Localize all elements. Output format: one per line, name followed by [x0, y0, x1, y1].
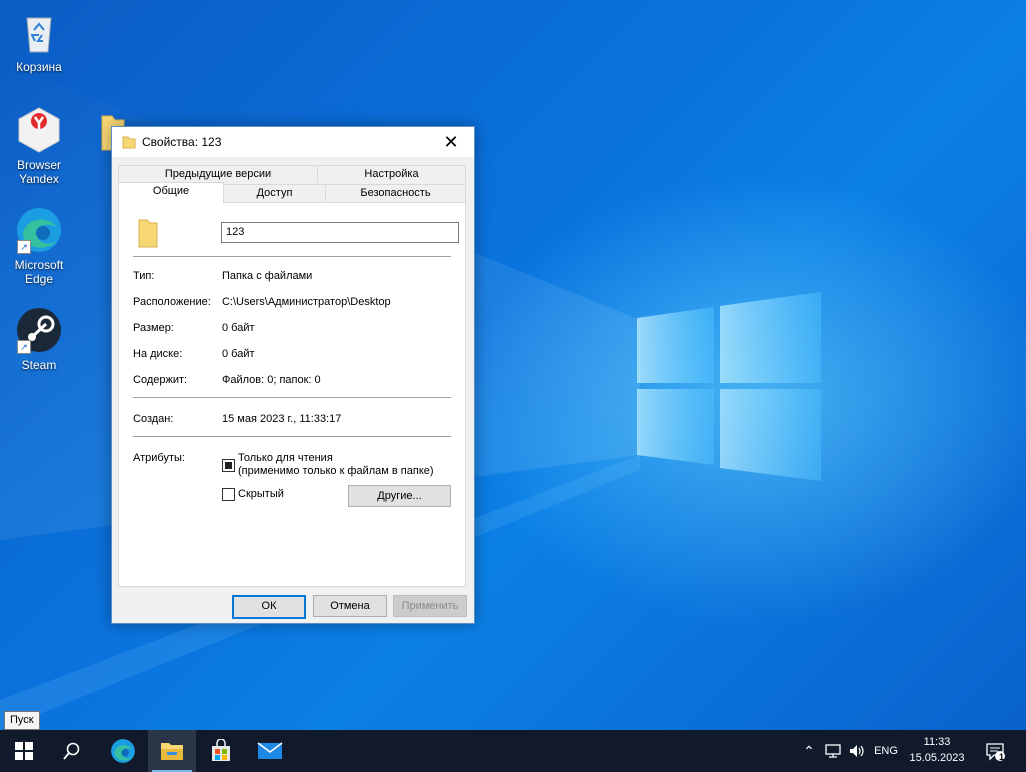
taskbar-mail[interactable]	[246, 730, 294, 772]
general-tab-panel: 123 Тип: Папка с файлами Расположение: C…	[118, 202, 466, 587]
language-indicator[interactable]: ENG	[872, 730, 900, 772]
taskbar-file-explorer[interactable]	[148, 730, 196, 772]
folder-name-input[interactable]: 123	[221, 222, 459, 243]
show-hidden-icons-button[interactable]: ⌃	[800, 730, 818, 772]
type-label: Тип:	[133, 270, 155, 282]
microsoft-store-icon	[212, 739, 230, 761]
clock-time: 11:33	[923, 736, 951, 748]
location-label: Расположение:	[133, 296, 211, 308]
network-button[interactable]	[822, 730, 844, 772]
start-button[interactable]	[0, 730, 48, 772]
readonly-label: Только для чтения	[238, 452, 333, 464]
disk-size-value: 0 байт	[222, 348, 255, 360]
folder-icon	[122, 135, 136, 152]
action-center-button[interactable]: 1	[980, 730, 1010, 772]
hidden-checkbox[interactable]	[222, 488, 235, 501]
tab-label: Доступ	[256, 187, 293, 199]
ok-button[interactable]: ОК	[232, 595, 306, 619]
dialog-titlebar[interactable]: Свойства: 123 ✕	[112, 127, 474, 157]
desktop-icon-microsoft-edge[interactable]: ↗ Microsoft Edge	[1, 206, 77, 286]
taskbar-edge[interactable]	[99, 730, 147, 772]
chevron-up-icon: ⌃	[803, 742, 815, 759]
contains-value: Файлов: 0; папок: 0	[222, 374, 321, 386]
close-button[interactable]: ✕	[428, 127, 474, 157]
file-explorer-icon	[161, 743, 183, 760]
taskbar: ⌃ ENG 11:33 15.05.2023 1	[0, 730, 1026, 772]
search-button[interactable]	[48, 730, 96, 772]
desktop-icon-steam[interactable]: ↗ Steam	[1, 306, 77, 372]
cancel-button[interactable]: Отмена	[313, 595, 387, 617]
mail-icon	[257, 742, 283, 759]
shortcut-arrow-icon: ↗	[17, 340, 31, 354]
desktop-icon-recycle-bin[interactable]: Корзина	[1, 8, 77, 74]
readonly-checkbox[interactable]	[222, 459, 235, 472]
disk-size-label: На диске:	[133, 348, 183, 360]
separator	[133, 397, 451, 398]
type-value: Папка с файлами	[222, 270, 313, 282]
tab-access[interactable]: Доступ	[223, 184, 326, 202]
tab-label: Настройка	[364, 168, 419, 180]
folder-icon	[137, 217, 159, 252]
notification-count: 1	[999, 752, 1005, 762]
separator	[133, 436, 451, 437]
recycle-bin-icon	[15, 8, 63, 56]
clock-date: 15.05.2023	[909, 752, 965, 764]
other-attributes-button[interactable]: Другие...	[348, 485, 451, 507]
tab-previous-versions[interactable]: Предыдущие версии	[118, 165, 318, 183]
contains-label: Содержит:	[133, 374, 188, 386]
tab-settings[interactable]: Настройка	[317, 165, 466, 183]
edge-icon	[111, 739, 135, 763]
tab-label: Общие	[152, 185, 190, 197]
windows-start-icon	[15, 742, 33, 760]
shortcut-arrow-icon: ↗	[17, 240, 31, 254]
desktop-icon-yandex-browser[interactable]: Browser Yandex	[1, 106, 77, 186]
desktop-icon-label: Browser Yandex	[16, 158, 61, 186]
readonly-note: (применимо только к файлам в папке)	[238, 465, 434, 477]
size-label: Размер:	[133, 322, 174, 334]
dialog-title: Свойства: 123	[142, 135, 222, 149]
apply-button[interactable]: Применить	[393, 595, 467, 617]
separator	[133, 256, 451, 257]
yandex-browser-icon	[15, 106, 63, 154]
hidden-label: Скрытый	[238, 488, 284, 500]
start-tooltip: Пуск	[4, 711, 40, 730]
created-value: 15 мая 2023 г., 11:33:17	[222, 413, 342, 425]
properties-dialog: Свойства: 123 ✕ Предыдущие версии Настро…	[111, 126, 475, 624]
network-icon	[825, 744, 841, 758]
desktop-icon-label: Steam	[21, 358, 57, 372]
desktop-icon-label: Microsoft Edge	[14, 258, 64, 286]
tab-general[interactable]: Общие	[118, 182, 224, 203]
tab-security[interactable]: Безопасность	[325, 184, 466, 202]
attributes-label: Атрибуты:	[133, 452, 185, 464]
volume-icon	[850, 745, 864, 757]
steam-icon: ↗	[15, 306, 63, 354]
created-label: Создан:	[133, 413, 174, 425]
tab-label: Безопасность	[360, 187, 431, 199]
search-icon	[63, 742, 80, 760]
clock[interactable]: 11:33 15.05.2023	[902, 734, 972, 766]
desktop-icon-label: Корзина	[16, 60, 62, 74]
volume-button[interactable]	[846, 730, 868, 772]
size-value: 0 байт	[222, 322, 255, 334]
location-value: C:\Users\Администратор\Desktop	[222, 296, 391, 308]
tab-label: Предыдущие версии	[164, 168, 272, 180]
close-icon: ✕	[443, 132, 459, 152]
taskbar-store[interactable]	[197, 730, 245, 772]
edge-icon: ↗	[15, 206, 63, 254]
